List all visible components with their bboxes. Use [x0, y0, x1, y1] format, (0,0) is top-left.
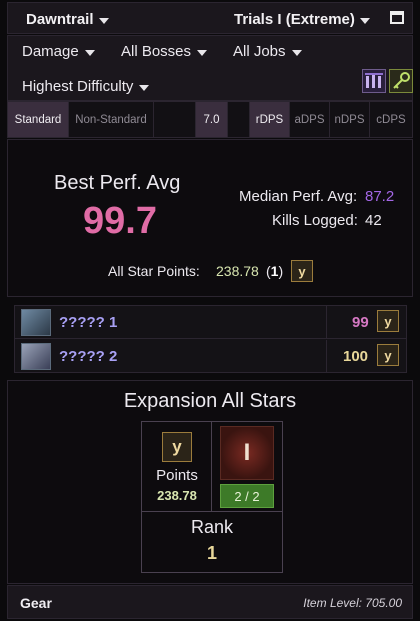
boss-row[interactable]: ????? 2 100 y	[15, 340, 406, 373]
tab-spacer	[154, 102, 196, 137]
boss-name[interactable]: ????? 2	[59, 348, 117, 365]
boss-score: 100	[343, 348, 369, 365]
partition-tabs: Standard Non-Standard 7.0 rDPS aDPS nDPS…	[7, 101, 413, 138]
tab-patch[interactable]: 7.0	[196, 102, 228, 137]
boss-thumbnail	[21, 343, 51, 370]
median-perf-value: 87.2	[365, 188, 395, 205]
gear-section-header[interactable]: Gear Item Level: 705.00	[7, 585, 413, 619]
crest-cell: I 2 / 2	[212, 422, 282, 512]
chevron-down-icon	[291, 49, 302, 56]
difficulty-label: Highest Difficulty	[22, 78, 134, 95]
allstar-points-value: 238.78	[216, 263, 259, 279]
rank-value: 1	[206, 543, 217, 563]
chevron-down-icon	[359, 17, 370, 24]
tab-standard[interactable]: Standard	[8, 102, 69, 137]
tab-ndps-label: nDPS	[334, 113, 365, 126]
points-star-icon[interactable]: y	[162, 432, 192, 462]
tab-standard-label: Standard	[14, 113, 62, 126]
tab-rdps[interactable]: rDPS	[250, 102, 290, 137]
filter-bar: Damage All Bosses All Jobs Highest Diffi…	[7, 35, 413, 101]
best-perf-value: 99.7	[83, 200, 157, 242]
key-icon[interactable]	[389, 69, 413, 93]
boss-star-icon[interactable]: y	[377, 310, 399, 332]
median-perf-label: Median Perf. Avg:	[239, 188, 358, 205]
kills-logged-label: Kills Logged:	[272, 212, 358, 229]
rank-cell: Rank 1	[142, 512, 282, 572]
expansion-label: Dawntrail	[26, 11, 94, 28]
expansion-allstars: Expansion All Stars y Points 238.78 I 2 …	[7, 380, 413, 584]
header-bar: Dawntrail Trials I (Extreme)	[7, 2, 413, 34]
points-label: Points	[156, 467, 198, 484]
chevron-down-icon	[197, 49, 208, 56]
kills-logged-value: 42	[365, 212, 382, 229]
chevron-down-icon	[98, 17, 109, 24]
row-divider	[326, 306, 327, 339]
difficulty-dropdown[interactable]: Highest Difficulty	[22, 78, 150, 95]
tab-adps[interactable]: aDPS	[290, 102, 330, 137]
tab-ndps[interactable]: nDPS	[330, 102, 370, 137]
expansion-dropdown[interactable]: Dawntrail	[26, 11, 109, 28]
performance-summary: Best Perf. Avg 99.7 Median Perf. Avg: 87…	[7, 139, 413, 297]
points-value: 238.78	[157, 488, 197, 503]
category-label: Trials I (Extreme)	[234, 11, 355, 28]
jobs-label: All Jobs	[233, 43, 286, 60]
boss-row[interactable]: ????? 1 99 y	[15, 306, 406, 339]
boss-score: 99	[352, 314, 369, 331]
tab-non-standard-label: Non-Standard	[75, 113, 147, 126]
tab-cdps-label: cDPS	[376, 113, 406, 126]
allstars-title: Expansion All Stars	[123, 390, 297, 412]
allstar-star-icon[interactable]: y	[291, 260, 313, 282]
category-dropdown[interactable]: Trials I (Extreme)	[234, 11, 370, 28]
party-icon-svg	[365, 73, 383, 88]
rank-label: Rank	[190, 517, 234, 537]
boss-list: ????? 1 99 y ????? 2 100 y	[14, 305, 407, 373]
crest-icon: I	[220, 426, 274, 480]
tab-cdps[interactable]: cDPS	[370, 102, 412, 137]
crest-glyph: I	[243, 439, 251, 466]
boss-star-icon[interactable]: y	[377, 344, 399, 366]
allstar-rank: (1)	[266, 263, 283, 279]
gear-title: Gear	[20, 595, 52, 611]
allstar-points-label: All Star Points:	[108, 263, 200, 279]
jobs-dropdown[interactable]: All Jobs	[233, 43, 302, 60]
bosses-dropdown[interactable]: All Bosses	[121, 43, 208, 60]
row-divider	[326, 340, 327, 373]
tab-spacer	[228, 102, 250, 137]
tab-adps-label: aDPS	[294, 113, 325, 126]
chevron-down-icon	[139, 84, 150, 91]
boss-name[interactable]: ????? 1	[59, 314, 117, 331]
metric-dropdown[interactable]: Damage	[22, 43, 95, 60]
party-icon[interactable]	[362, 69, 386, 93]
chevron-down-icon	[84, 49, 95, 56]
item-level: Item Level: 705.00	[303, 596, 402, 610]
kills-badge: 2 / 2	[220, 484, 274, 508]
allstars-grid: y Points 238.78 I 2 / 2 Rank 1	[141, 421, 283, 573]
tab-non-standard[interactable]: Non-Standard	[69, 102, 154, 137]
allstar-rank-close: )	[278, 263, 284, 279]
bosses-label: All Bosses	[121, 43, 192, 60]
metric-label: Damage	[22, 43, 79, 60]
boss-thumbnail	[21, 309, 51, 336]
tab-rdps-label: rDPS	[255, 113, 284, 126]
key-icon-svg	[393, 72, 410, 89]
points-cell: y Points 238.78	[142, 422, 212, 512]
maximize-icon[interactable]	[390, 11, 404, 24]
tab-patch-label: 7.0	[203, 113, 220, 126]
best-perf-label: Best Perf. Avg	[54, 172, 181, 194]
